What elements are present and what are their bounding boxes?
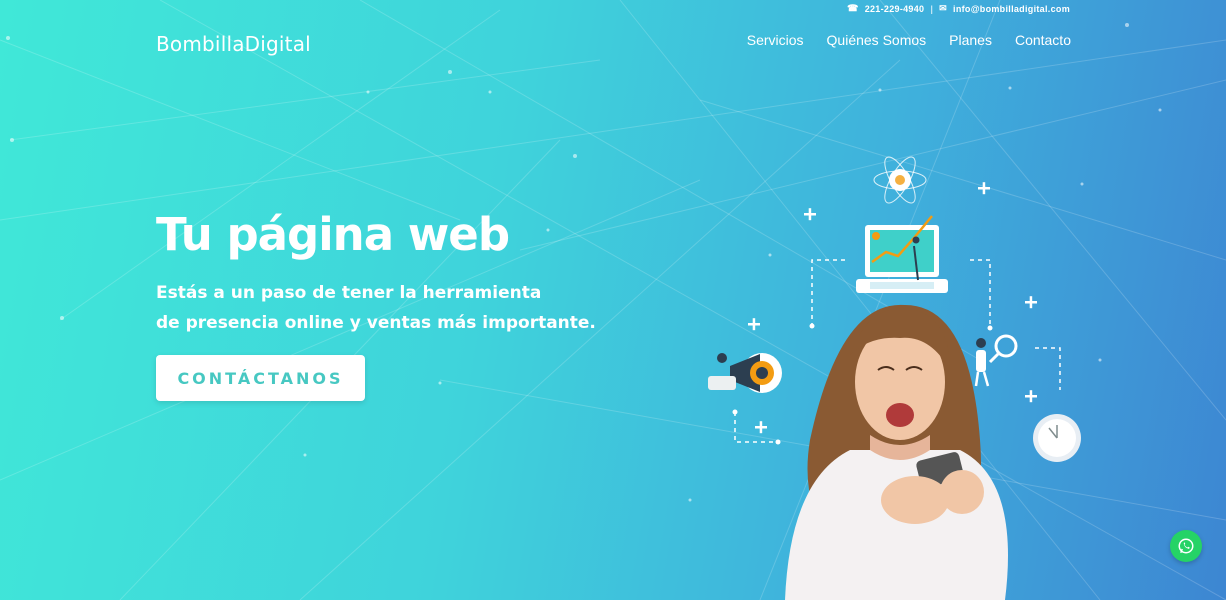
main-nav: Servicios Quiénes Somos Planes Contacto [747,32,1071,48]
clock-icon [1033,414,1081,462]
hero-title: Tu página web [156,208,510,261]
contact-bar: ☎ 221-229-4940 | ✉ info@bombilladigital.… [847,3,1070,14]
phone-icon: ☎ [847,3,859,13]
nav-item-contacto[interactable]: Contacto [1015,32,1071,48]
phone-link[interactable]: 221-229-4940 [865,4,925,14]
whatsapp-button[interactable] [1170,530,1202,562]
megaphone-icon [708,353,782,393]
contact-button[interactable]: CONTÁCTANOS [156,355,365,401]
whatsapp-icon [1178,538,1194,554]
hero-subtitle-line1: Estás a un paso de tener la herramienta [156,283,542,303]
envelope-icon: ✉ [939,3,948,13]
logo-text-part2: Digital [244,32,311,56]
magnifier-icon [974,334,1018,387]
atom-icon [873,156,927,204]
nav-item-servicios[interactable]: Servicios [747,32,804,48]
laptop-chart-icon [856,215,948,293]
nav-item-planes[interactable]: Planes [949,32,992,48]
hero-subtitle-line2: de presencia online y ventas más importa… [156,313,596,333]
woman-with-phone-photo [785,304,1008,600]
hero-subtitle: Estás a un paso de tener la herramienta … [156,278,616,338]
topbar-separator: | [930,3,934,14]
logo-text-part1: Bombilla [156,32,245,56]
logo[interactable]: BombillaDigital [156,32,311,56]
nav-item-quienes-somos[interactable]: Quiénes Somos [827,32,927,48]
email-link[interactable]: info@bombilladigital.com [953,4,1070,14]
hero-illustration [708,156,1081,600]
